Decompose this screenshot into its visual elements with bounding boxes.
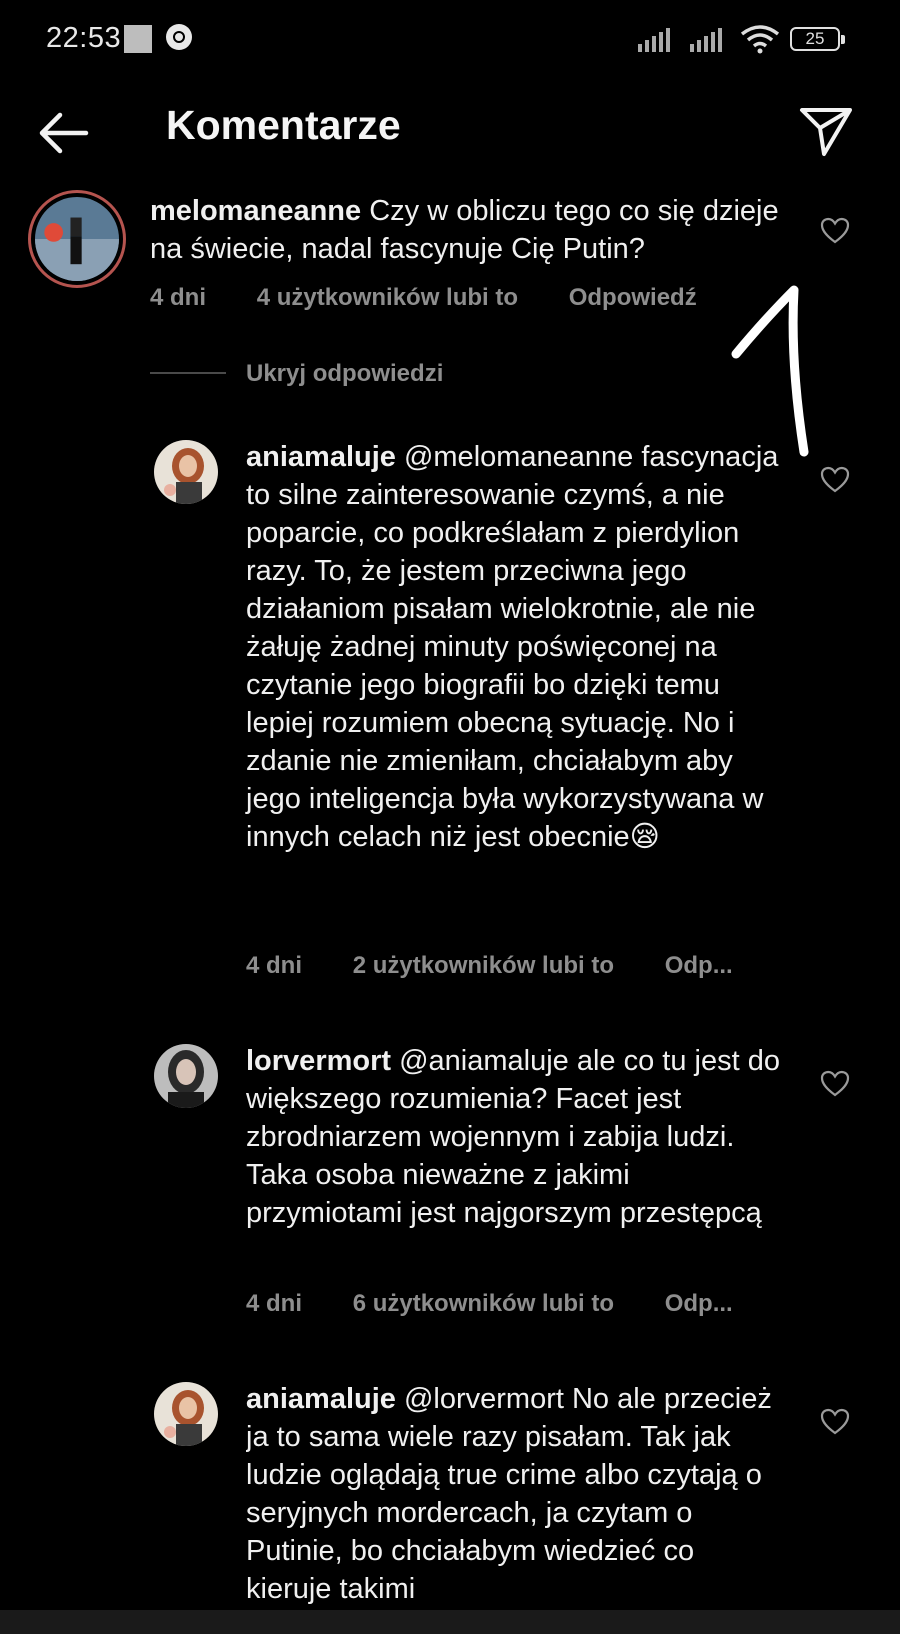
signal-icon	[638, 28, 670, 52]
wifi-icon	[740, 25, 780, 54]
heart-icon[interactable]	[820, 1070, 850, 1098]
avatar-image	[154, 1044, 218, 1108]
username-aniamaluje[interactable]: aniamaluje	[246, 441, 396, 473]
likes-count[interactable]: 4 użytkowników lubi to	[257, 284, 518, 312]
gallery-icon	[124, 25, 152, 53]
likes-count[interactable]: 6 użytkowników lubi to	[353, 1290, 614, 1318]
sync-icon	[166, 24, 192, 50]
reply-button[interactable]: Odpowiedź	[569, 284, 697, 312]
comment-body: @lorvermort No ale przecież ja to sama w…	[246, 1383, 772, 1605]
comment-time: 4 dni	[246, 1290, 303, 1317]
reply-button[interactable]: Odp...	[665, 952, 733, 980]
username-aniamaluje[interactable]: aniamaluje	[246, 1383, 396, 1415]
heart-icon[interactable]	[820, 1408, 850, 1436]
comment-time: 4 dni	[150, 284, 207, 311]
status-time: 22:53	[46, 22, 122, 54]
status-bar: 22:53 25	[0, 0, 900, 80]
avatar-aniamaluje[interactable]	[154, 440, 218, 504]
hide-replies-button[interactable]: Ukryj odpowiedzi	[246, 360, 443, 388]
avatar-melomaneanne[interactable]	[28, 190, 126, 288]
avatar-image	[154, 440, 218, 504]
comment-meta: 4 dni 4 użytkowników lubi to Odpowiedź	[150, 284, 697, 312]
avatar-aniamaluje[interactable]	[154, 1382, 218, 1446]
arrow-left-icon[interactable]	[34, 108, 94, 158]
comment-meta: 4 dni 2 użytkowników lubi to Odp...	[246, 952, 733, 980]
divider	[150, 372, 226, 374]
username-melomaneanne[interactable]: melomaneanne	[150, 195, 361, 227]
send-icon[interactable]	[796, 100, 856, 160]
battery-icon: 25	[790, 27, 845, 51]
reply-aniamaluje-2: aniamaluje @lorvermort No ale przecież j…	[246, 1380, 786, 1606]
signal-icon	[690, 28, 722, 52]
comment-meta: 4 dni 6 użytkowników lubi to Odp...	[246, 1290, 733, 1318]
heart-icon[interactable]	[820, 466, 850, 494]
reply-button[interactable]: Odp...	[665, 1290, 733, 1318]
app-header: Komentarze	[0, 80, 900, 180]
page-title: Komentarze	[166, 102, 401, 148]
comment-time: 4 dni	[246, 952, 303, 979]
reply-lorvermort: lorvermort @aniamaluje ale co tu jest do…	[246, 1042, 786, 1232]
avatar-lorvermort[interactable]	[154, 1044, 218, 1108]
reply-aniamaluje-1: aniamaluje @melomaneanne fascynacja to s…	[246, 438, 786, 856]
bottom-bar	[0, 1610, 900, 1634]
comment-body: @melomaneanne fascynacja to silne zainte…	[246, 441, 779, 853]
avatar-image	[154, 1382, 218, 1446]
likes-count[interactable]: 2 użytkowników lubi to	[353, 952, 614, 980]
avatar-image	[35, 197, 119, 281]
comment-melomaneanne: melomaneanne Czy w obliczu tego co się d…	[150, 192, 790, 268]
username-lorvermort[interactable]: lorvermort	[246, 1045, 391, 1077]
handwritten-annotation	[731, 285, 809, 457]
heart-icon[interactable]	[820, 217, 850, 245]
